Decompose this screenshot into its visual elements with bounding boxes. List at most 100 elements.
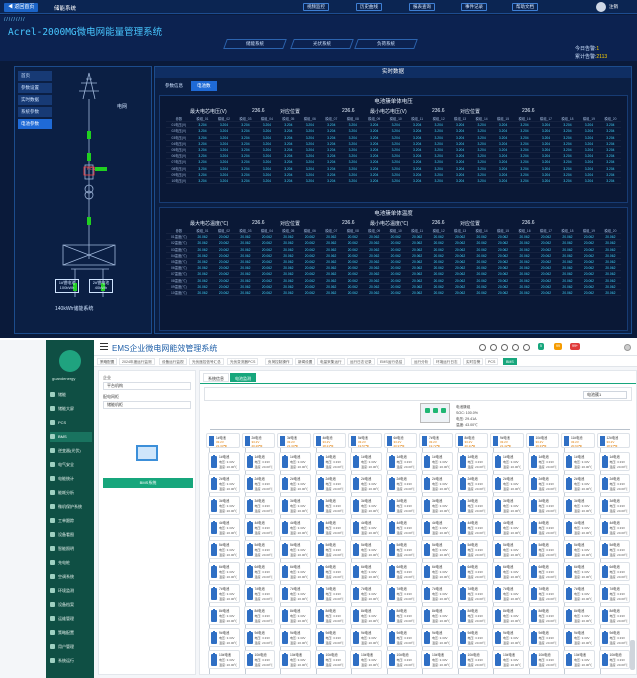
ems-menu-item-5[interactable]: 逆变器(光伏) xyxy=(50,446,92,456)
battery-cell[interactable]: 6#电池 电压: 3.33V 温度: 20.00℃ xyxy=(563,562,595,581)
header-tab-3[interactable]: 负荷系统 xyxy=(354,39,418,49)
battery-cell[interactable]: 8#电池 电压: 3.33V 温度: 20.00℃ xyxy=(279,606,311,625)
battery-cell[interactable]: 2#电池 电压: 3.33V 温度: 20.00℃ xyxy=(385,474,417,493)
battery-cell[interactable]: 3#电池 电压: 3.33V 温度: 20.00℃ xyxy=(314,496,346,515)
ems-menu-item-4[interactable]: BMS xyxy=(50,432,92,442)
battery-cell[interactable]: 2#电池 电压: 3.33V 温度: 20.00℃ xyxy=(421,474,453,493)
battery-cell[interactable]: 4#电池 电压: 3.33V 温度: 20.00℃ xyxy=(385,518,417,537)
battery-cell[interactable]: 5#电池 电压: 3.33V 温度: 20.00℃ xyxy=(279,540,311,559)
search-icon[interactable] xyxy=(490,344,497,351)
battery-cell[interactable]: 1#电池 电压: 3.33V 温度: 20.00℃ xyxy=(385,452,417,471)
battery-cell[interactable]: 7#电池 电压: 3.33V 温度: 20.00℃ xyxy=(527,584,559,603)
battery-cell[interactable]: 9#电池 电压: 3.33V 温度: 20.00℃ xyxy=(456,628,488,647)
refresh-icon[interactable] xyxy=(512,344,519,351)
battery-cell[interactable]: 7#电池 电压: 3.33V 温度: 20.00℃ xyxy=(279,584,311,603)
battery-cell[interactable]: 3#电池 电压: 3.33V 温度: 20.00℃ xyxy=(243,496,275,515)
logout-link[interactable]: 注销 xyxy=(609,4,618,10)
cluster-card-9[interactable]: 9#电池 33.2V 21.42℃ xyxy=(490,433,524,448)
crumb-tab-15[interactable]: BMS xyxy=(503,358,517,365)
battery-cell[interactable]: 8#电池 电压: 3.33V 温度: 20.00℃ xyxy=(527,606,559,625)
battery-cell[interactable]: 1#电池 电压: 3.33V 温度: 20.00℃ xyxy=(421,452,453,471)
subtab-params[interactable]: 参数信息 xyxy=(159,81,189,91)
cabinet-select[interactable]: 储能机柜 xyxy=(103,401,191,409)
battery-cell[interactable]: 3#电池 电压: 3.33V 温度: 20.00℃ xyxy=(456,496,488,515)
battery-cell[interactable]: 1#电池 电压: 3.33V 温度: 20.00℃ xyxy=(350,452,382,471)
battery-cell[interactable]: 4#电池 电压: 3.33V 温度: 20.00℃ xyxy=(492,518,524,537)
ems-menu-item-19[interactable]: 用户管理 xyxy=(50,642,92,652)
ems-menu-item-2[interactable]: 储能大屏 xyxy=(50,404,92,414)
battery-cell[interactable]: 10#电池 电压: 3.33V 温度: 20.00℃ xyxy=(527,650,559,669)
battery-cell[interactable]: 7#电池 电压: 3.33V 温度: 20.00℃ xyxy=(563,584,595,603)
battery-cell[interactable]: 7#电池 电压: 3.33V 温度: 20.00℃ xyxy=(350,584,382,603)
battery-cell[interactable]: 2#电池 电压: 3.33V 温度: 20.00℃ xyxy=(350,474,382,493)
battery-cell[interactable]: 7#电池 电压: 3.33V 温度: 20.00℃ xyxy=(385,584,417,603)
battery-cell[interactable]: 10#电池 电压: 3.33V 温度: 20.00℃ xyxy=(492,650,524,669)
battery-cell[interactable]: 3#电池 电压: 3.33V 温度: 20.00℃ xyxy=(385,496,417,515)
top-button-2[interactable]: 历史曲线 xyxy=(356,3,382,11)
ems-menu-item-13[interactable]: 充电桩 xyxy=(50,558,92,568)
battery-cell[interactable]: 9#电池 电压: 3.33V 温度: 20.00℃ xyxy=(527,628,559,647)
battery-cell[interactable]: 4#电池 电压: 3.33V 温度: 20.00℃ xyxy=(350,518,382,537)
crumb-tab-14[interactable]: PCS xyxy=(485,358,499,365)
badge-1[interactable]: 5 xyxy=(538,343,544,350)
battery-cell[interactable]: 10#电池 电压: 3.33V 温度: 20.00℃ xyxy=(385,650,417,669)
ems-menu-item-6[interactable]: 电气安全 xyxy=(50,460,92,470)
crumb-tab-6[interactable]: 负荷控制操作 xyxy=(265,358,293,365)
battery-cell[interactable]: 1#电池 电压: 3.33V 温度: 20.00℃ xyxy=(456,452,488,471)
battery-cell[interactable]: 4#电池 电压: 3.33V 温度: 20.00℃ xyxy=(527,518,559,537)
battery-cell[interactable]: 6#电池 电压: 3.33V 温度: 20.00℃ xyxy=(350,562,382,581)
battery-cell[interactable]: 4#电池 电压: 3.33V 温度: 20.00℃ xyxy=(279,518,311,537)
crumb-tab-4[interactable]: 光伏遥控信号汇总 xyxy=(189,358,224,365)
battery-cell[interactable]: 9#电池 电压: 3.33V 温度: 20.00℃ xyxy=(385,628,417,647)
battery-cell[interactable]: 6#电池 电压: 3.33V 温度: 20.00℃ xyxy=(385,562,417,581)
badge-2[interactable]: 99 xyxy=(554,343,562,350)
battery-cell[interactable]: 10#电池 电压: 3.33V 温度: 20.00℃ xyxy=(279,650,311,669)
battery-cell[interactable]: 5#电池 电压: 3.33V 温度: 20.00℃ xyxy=(350,540,382,559)
battery-cell[interactable]: 9#电池 电压: 3.33V 温度: 20.00℃ xyxy=(243,628,275,647)
cluster-card-1[interactable]: 1#电池 33.2V 21.33℃ xyxy=(206,433,240,448)
ems-menu-item-14[interactable]: 空调系统 xyxy=(50,572,92,582)
ems-menu-item-10[interactable]: 工单跟踪 xyxy=(50,516,92,526)
battery-cell[interactable]: 5#电池 电压: 3.33V 温度: 20.00℃ xyxy=(598,540,630,559)
side-item-3[interactable]: 实时数据 xyxy=(18,95,52,105)
battery-cell[interactable]: 8#电池 电压: 3.33V 温度: 20.00℃ xyxy=(350,606,382,625)
ems-menu-item-11[interactable]: 设备看图 xyxy=(50,530,92,540)
battery-cell[interactable]: 2#电池 电压: 3.33V 温度: 20.00℃ xyxy=(243,474,275,493)
battery-cell[interactable]: 1#电池 电压: 3.33V 温度: 20.00℃ xyxy=(208,452,240,471)
battery-cell[interactable]: 6#电池 电压: 3.33V 温度: 20.00℃ xyxy=(279,562,311,581)
battery-cell[interactable]: 2#电池 电压: 3.33V 温度: 20.00℃ xyxy=(208,474,240,493)
crumb-tab-3[interactable]: 设备运行监视 xyxy=(159,358,187,365)
crumb-tab-11[interactable]: 运行分析 xyxy=(411,358,432,365)
battery-cell[interactable]: 8#电池 电压: 3.33V 温度: 20.00℃ xyxy=(598,606,630,625)
battery-cell[interactable]: 2#电池 电压: 3.33V 温度: 20.00℃ xyxy=(527,474,559,493)
ems-menu-item-20[interactable]: 系统运行 xyxy=(50,656,92,666)
subtab-battery[interactable]: 电池数 xyxy=(191,81,217,91)
battery-cell[interactable]: 2#电池 电压: 3.33V 温度: 20.00℃ xyxy=(492,474,524,493)
battery-cell[interactable]: 1#电池 电压: 3.33V 温度: 20.00℃ xyxy=(243,452,275,471)
battery-cell[interactable]: 9#电池 电压: 3.33V 温度: 20.00℃ xyxy=(208,628,240,647)
cluster-card-10[interactable]: 10#电池 33.2V 19.33℃ xyxy=(525,433,559,448)
battery-cell[interactable]: 6#电池 电压: 3.33V 温度: 20.00℃ xyxy=(598,562,630,581)
badge-3[interactable]: 99+ xyxy=(570,343,580,350)
ems-menu-item-8[interactable]: 能耗分析 xyxy=(50,488,92,498)
battery-cell[interactable]: 7#电池 电压: 3.33V 温度: 20.00℃ xyxy=(208,584,240,603)
side-item-5[interactable]: 电池参数 xyxy=(18,119,52,129)
battery-cell[interactable]: 4#电池 电压: 3.33V 温度: 20.00℃ xyxy=(421,518,453,537)
side-item-1[interactable]: 首页 xyxy=(18,71,52,81)
cluster-card-3[interactable]: 3#电池 33.2V 21.34℃ xyxy=(277,433,311,448)
battery-cell[interactable]: 6#电池 电压: 3.33V 温度: 20.00℃ xyxy=(208,562,240,581)
settings-icon[interactable] xyxy=(479,344,486,351)
battery-cell[interactable]: 1#电池 电压: 3.33V 温度: 20.00℃ xyxy=(492,452,524,471)
battery-cell[interactable]: 2#电池 电压: 3.33V 温度: 20.00℃ xyxy=(314,474,346,493)
battery-cell[interactable]: 8#电池 电压: 3.33V 温度: 20.00℃ xyxy=(208,606,240,625)
battery-cell[interactable]: 5#电池 电压: 3.33V 温度: 20.00℃ xyxy=(243,540,275,559)
battery-cell[interactable]: 1#电池 电压: 3.33V 温度: 20.00℃ xyxy=(598,452,630,471)
battery-cell[interactable]: 10#电池 电压: 3.33V 温度: 20.00℃ xyxy=(563,650,595,669)
battery-cell[interactable]: 3#电池 电压: 3.33V 温度: 20.00℃ xyxy=(527,496,559,515)
top-button-1[interactable]: 视频监控 xyxy=(303,3,329,11)
ems-menu-item-15[interactable]: 环境监测 xyxy=(50,586,92,596)
ems-menu-item-3[interactable]: PCS xyxy=(50,418,92,428)
battery-cell[interactable]: 3#电池 电压: 3.33V 温度: 20.00℃ xyxy=(350,496,382,515)
crumb-tab-5[interactable]: 光伏变流器PCS xyxy=(227,358,259,365)
cluster-card-6[interactable]: 6#电池 33.2V 20.97℃ xyxy=(383,433,417,448)
